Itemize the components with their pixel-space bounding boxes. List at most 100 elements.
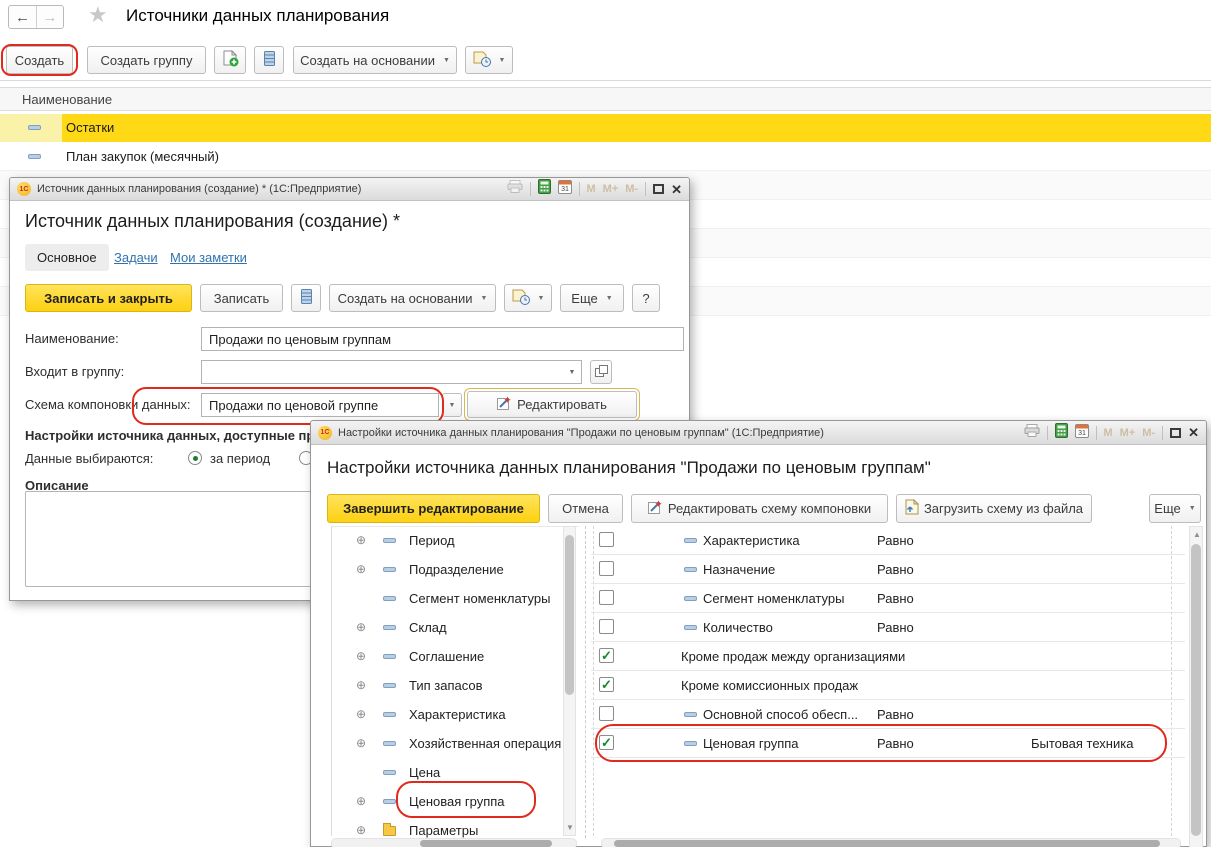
chevron-down-icon[interactable]: ▼ bbox=[564, 362, 580, 382]
dash-icon bbox=[28, 154, 41, 159]
tree-row-stock-type[interactable]: ⊕Тип запасов bbox=[331, 671, 576, 700]
checkbox[interactable] bbox=[599, 561, 614, 576]
back-button[interactable]: ← bbox=[9, 6, 36, 28]
tree-row-characteristic[interactable]: ⊕Характеристика bbox=[331, 700, 576, 729]
tree-row-period[interactable]: ⊕Период bbox=[331, 526, 576, 555]
tree-row-agreement[interactable]: ⊕Соглашение bbox=[331, 642, 576, 671]
calendar-icon[interactable]: 31 bbox=[558, 179, 572, 199]
tree-horizontal-scrollbar[interactable] bbox=[331, 838, 577, 847]
checkbox[interactable] bbox=[599, 532, 614, 547]
list-row-selected[interactable]: Остатки bbox=[0, 114, 1211, 142]
tree-row-price[interactable]: Цена bbox=[331, 758, 576, 787]
scroll-up-icon[interactable]: ▲ bbox=[1193, 531, 1201, 539]
memory-m-button[interactable]: M bbox=[587, 183, 596, 195]
filter-row-except-commission[interactable]: ✓Кроме комиссионных продаж bbox=[591, 671, 1185, 700]
filter-row-purpose[interactable]: НазначениеРавно bbox=[591, 555, 1185, 584]
expand-icon[interactable]: ⊕ bbox=[356, 708, 366, 720]
tree-row-warehouse[interactable]: ⊕Склад bbox=[331, 613, 576, 642]
edit-button[interactable]: Редактировать bbox=[467, 391, 637, 418]
report-dropdown-button[interactable]: ▼ bbox=[465, 46, 513, 74]
filter-horizontal-scrollbar[interactable] bbox=[601, 838, 1181, 847]
finish-editing-button[interactable]: Завершить редактирование bbox=[327, 494, 540, 523]
close-button[interactable]: ✕ bbox=[671, 183, 682, 196]
checkbox[interactable]: ✓ bbox=[599, 735, 614, 750]
memory-mminus-button[interactable]: M- bbox=[625, 183, 638, 195]
expand-icon[interactable]: ⊕ bbox=[356, 737, 366, 749]
scrollbar-thumb[interactable] bbox=[565, 535, 574, 695]
scrollbar-thumb[interactable] bbox=[420, 840, 552, 847]
tab-main[interactable]: Основное bbox=[25, 244, 109, 271]
expand-icon[interactable]: ⊕ bbox=[356, 650, 366, 662]
memory-mplus-button[interactable]: M+ bbox=[1120, 427, 1136, 439]
tree-row-segment[interactable]: Сегмент номенклатуры bbox=[331, 584, 576, 613]
create-button[interactable]: Создать bbox=[6, 46, 73, 74]
filter-row-quantity[interactable]: КоличествоРавно bbox=[591, 613, 1185, 642]
print-icon[interactable] bbox=[1024, 424, 1040, 442]
memory-mplus-button[interactable]: M+ bbox=[603, 183, 619, 195]
calculator-icon[interactable] bbox=[1055, 423, 1068, 443]
schema-input[interactable]: Продажи по ценовой группе bbox=[201, 393, 439, 417]
expand-icon[interactable]: ⊕ bbox=[356, 563, 366, 575]
load-schema-button[interactable]: Загрузить схему из файла bbox=[896, 494, 1092, 523]
expand-icon[interactable]: ⊕ bbox=[356, 795, 366, 807]
memory-mminus-button[interactable]: M- bbox=[1142, 427, 1155, 439]
schema-dropdown-button[interactable]: ▼ bbox=[442, 393, 462, 417]
list-row[interactable]: План закупок (месячный) bbox=[0, 142, 1211, 171]
maximize-button[interactable] bbox=[1170, 428, 1181, 438]
expand-icon[interactable]: ⊕ bbox=[356, 621, 366, 633]
report-dropdown-button[interactable]: ▼ bbox=[504, 284, 552, 312]
filter-row-except-intercompany[interactable]: ✓Кроме продаж между организациями bbox=[591, 642, 1185, 671]
create-based-on-button[interactable]: Создать на основании ▼ bbox=[293, 46, 457, 74]
calculator-icon[interactable] bbox=[538, 179, 551, 199]
checkbox[interactable]: ✓ bbox=[599, 677, 614, 692]
favorite-star-icon[interactable]: ★ bbox=[88, 2, 108, 28]
filter-row-price-group[interactable]: ✓Ценовая группаРавноБытовая техника bbox=[591, 729, 1185, 758]
expand-icon[interactable]: ⊕ bbox=[356, 534, 366, 546]
scrollbar-thumb[interactable] bbox=[614, 840, 1160, 847]
filter-vertical-scrollbar[interactable]: ▲ bbox=[1189, 526, 1203, 847]
radio-period[interactable] bbox=[188, 451, 202, 465]
edit-schema-button[interactable]: Редактировать схему компоновки bbox=[631, 494, 888, 523]
tree-row-department[interactable]: ⊕Подразделение bbox=[331, 555, 576, 584]
dialog1-titlebar[interactable]: 1С Источник данных планирования (создани… bbox=[10, 178, 689, 201]
checkbox[interactable] bbox=[599, 706, 614, 721]
filter-row-segment[interactable]: Сегмент номенклатурыРавно bbox=[591, 584, 1185, 613]
save-button[interactable]: Записать bbox=[200, 284, 283, 312]
help-button[interactable]: ? bbox=[632, 284, 660, 312]
dialog2-titlebar[interactable]: 1С Настройки источника данных планирован… bbox=[311, 421, 1206, 445]
expand-icon[interactable]: ⊕ bbox=[356, 679, 366, 691]
tree-row-business-operation[interactable]: ⊕Хозяйственная операция bbox=[331, 729, 576, 758]
tree-row-price-group[interactable]: ⊕Ценовая группа bbox=[331, 787, 576, 816]
group-input[interactable]: ▼ bbox=[201, 360, 582, 384]
expand-icon[interactable]: ⊕ bbox=[356, 824, 366, 836]
filter-row-characteristic[interactable]: ХарактеристикаРавно bbox=[591, 526, 1185, 555]
create-based-on-button[interactable]: Создать на основании ▼ bbox=[329, 284, 496, 312]
maximize-button[interactable] bbox=[653, 184, 664, 194]
group-choose-button[interactable] bbox=[590, 360, 612, 384]
forward-button[interactable]: → bbox=[36, 6, 63, 28]
scrollbar-thumb[interactable] bbox=[1191, 544, 1201, 836]
list-settings-button[interactable] bbox=[254, 46, 284, 74]
close-button[interactable]: ✕ bbox=[1188, 426, 1199, 439]
panel-splitter[interactable] bbox=[585, 526, 586, 838]
checkbox[interactable] bbox=[599, 619, 614, 634]
add-copy-button[interactable] bbox=[214, 46, 246, 74]
save-close-button[interactable]: Записать и закрыть bbox=[25, 284, 192, 312]
print-icon[interactable] bbox=[507, 180, 523, 198]
scroll-down-icon[interactable]: ▼ bbox=[566, 824, 574, 832]
create-group-button[interactable]: Создать группу bbox=[87, 46, 206, 74]
column-header-row[interactable]: Наименование bbox=[0, 87, 1211, 111]
calendar-icon[interactable]: 31 bbox=[1075, 423, 1089, 443]
checkbox[interactable] bbox=[599, 590, 614, 605]
filter-row-supply-method[interactable]: Основной способ обесп...Равно bbox=[591, 700, 1185, 729]
tree-vertical-scrollbar[interactable]: ▼ bbox=[563, 526, 576, 836]
name-input[interactable]: Продажи по ценовым группам bbox=[201, 327, 684, 351]
tab-notes[interactable]: Мои заметки bbox=[170, 250, 247, 265]
list-settings-button[interactable] bbox=[291, 284, 321, 312]
tab-tasks[interactable]: Задачи bbox=[114, 250, 158, 265]
cancel-button[interactable]: Отмена bbox=[548, 494, 623, 523]
checkbox[interactable]: ✓ bbox=[599, 648, 614, 663]
memory-m-button[interactable]: M bbox=[1104, 427, 1113, 439]
more-button[interactable]: Еще ▼ bbox=[560, 284, 624, 312]
more-button[interactable]: Еще ▼ bbox=[1149, 494, 1201, 523]
